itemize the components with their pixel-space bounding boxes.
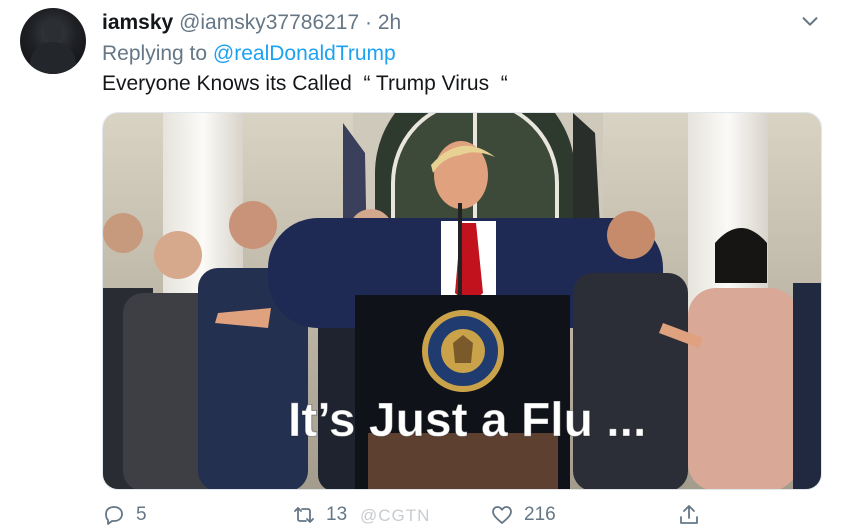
avatar-body-shape (30, 42, 76, 74)
user-avatar[interactable] (20, 8, 86, 74)
share-button[interactable] (677, 503, 701, 527)
reply-count: 5 (136, 504, 147, 525)
chevron-down-icon[interactable] (799, 10, 821, 32)
share-icon (680, 505, 698, 524)
avatar-head-shape (44, 20, 62, 42)
replying-to-label: Replying to (102, 42, 208, 65)
retweet-icon (294, 507, 314, 523)
display-name[interactable]: iamsky (102, 11, 173, 34)
user-handle[interactable]: @iamsky37786217 (179, 11, 359, 34)
replying-to-line: Replying to @realDonaldTrump (102, 41, 396, 67)
tweet-time[interactable]: 2h (378, 11, 401, 34)
tweet-media-image[interactable]: It’s Just a Flu ... (102, 112, 822, 490)
retweet-count: 13 (326, 504, 348, 525)
retweet-button[interactable]: 13 (292, 503, 347, 527)
like-count: 216 (524, 504, 556, 525)
reply-target-link[interactable]: @realDonaldTrump (213, 42, 396, 65)
tweet-text: Everyone Knows its Called “ Trump Virus … (102, 72, 508, 95)
like-button[interactable]: 216 (490, 503, 556, 527)
media-caption: It’s Just a Flu ... (288, 394, 646, 447)
reply-button[interactable]: 5 (102, 503, 147, 527)
media-illustration: It’s Just a Flu ... (103, 113, 821, 489)
reply-icon (105, 506, 123, 525)
watermark-text: @CGTN (360, 506, 431, 525)
heart-icon (492, 506, 512, 524)
tweet-header: iamsky @iamsky37786217 · 2h (102, 10, 401, 36)
header-separator: · (365, 11, 373, 34)
